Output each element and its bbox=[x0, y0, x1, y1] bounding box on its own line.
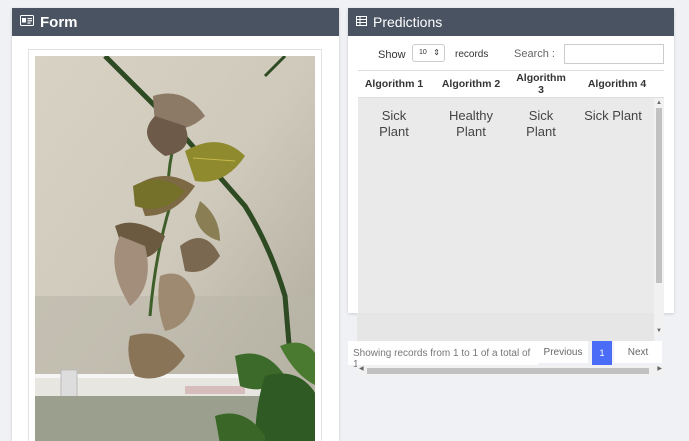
table-body: Sick Plant Healthy Plant Sick Plant Sick… bbox=[358, 98, 656, 313]
scroll-right-icon[interactable]: ▶ bbox=[657, 365, 662, 372]
table-controls: Show 10 ⇕ records Search : bbox=[348, 36, 674, 72]
cell-line: Healthy bbox=[448, 108, 494, 123]
horizontal-scroll-thumb[interactable] bbox=[367, 368, 649, 374]
scroll-left-icon[interactable]: ◀ bbox=[359, 365, 364, 372]
page-size-value: 10 bbox=[419, 49, 427, 56]
cell-line: Plant bbox=[456, 124, 486, 139]
next-page-button[interactable]: Next bbox=[614, 341, 662, 363]
previous-page-button[interactable]: Previous bbox=[538, 341, 588, 363]
id-card-icon bbox=[20, 13, 34, 31]
column-header-algorithm-4[interactable]: Algorithm 4 bbox=[570, 78, 664, 90]
table-footer: Showing records from 1 to 1 of a total o… bbox=[348, 341, 664, 370]
form-panel: Form bbox=[12, 8, 339, 441]
table-body-overflow bbox=[357, 313, 654, 341]
column-header-algorithm-2[interactable]: Algorithm 2 bbox=[430, 78, 512, 90]
uploaded-image-frame bbox=[28, 49, 322, 441]
column-header-algorithm-3[interactable]: Algorithm 3 bbox=[512, 72, 570, 96]
table-cell-algorithm-4: Sick Plant bbox=[570, 108, 656, 140]
search-label: Search : bbox=[514, 48, 555, 60]
predictions-panel-title: Predictions bbox=[373, 14, 443, 30]
vertical-scroll-thumb[interactable] bbox=[656, 108, 662, 283]
cell-line: Plant bbox=[379, 124, 409, 139]
table-icon bbox=[356, 13, 367, 31]
table-horizontal-scrollbar[interactable]: ◀ ▶ bbox=[357, 366, 664, 375]
form-panel-title: Form bbox=[40, 13, 78, 31]
records-label: records bbox=[455, 49, 489, 60]
show-label: Show bbox=[378, 49, 406, 61]
predictions-panel: Predictions Show 10 ⇕ records Search : A… bbox=[348, 8, 674, 313]
table-cell-algorithm-1: Sick Plant bbox=[358, 108, 430, 140]
scroll-down-icon[interactable]: ▼ bbox=[656, 328, 662, 334]
search-input[interactable] bbox=[564, 44, 664, 64]
table-cell-algorithm-3: Sick Plant bbox=[512, 108, 570, 140]
cell-line: Sick Plant bbox=[584, 108, 642, 123]
plant-photo bbox=[35, 56, 315, 441]
table-vertical-scrollbar[interactable]: ▲ ▼ bbox=[654, 98, 664, 336]
select-arrows-icon: ⇕ bbox=[433, 48, 440, 57]
cell-line: Sick bbox=[528, 108, 554, 123]
page-size-select[interactable]: 10 ⇕ bbox=[412, 44, 445, 62]
predictions-panel-header: Predictions bbox=[348, 8, 674, 36]
form-panel-header: Form bbox=[12, 8, 339, 36]
table-cell-algorithm-2: Healthy Plant bbox=[430, 108, 512, 140]
cell-line: Sick bbox=[381, 108, 407, 123]
table-row: Sick Plant Healthy Plant Sick Plant Sick… bbox=[358, 98, 656, 140]
table-header: Algorithm 1 Algorithm 2 Algorithm 3 Algo… bbox=[358, 70, 664, 98]
page-1-button[interactable]: 1 bbox=[592, 341, 612, 365]
cell-line: Plant bbox=[526, 124, 556, 139]
column-header-algorithm-1[interactable]: Algorithm 1 bbox=[358, 78, 430, 90]
records-info: Showing records from 1 to 1 of a total o… bbox=[348, 341, 538, 370]
scroll-up-icon[interactable]: ▲ bbox=[656, 100, 662, 106]
